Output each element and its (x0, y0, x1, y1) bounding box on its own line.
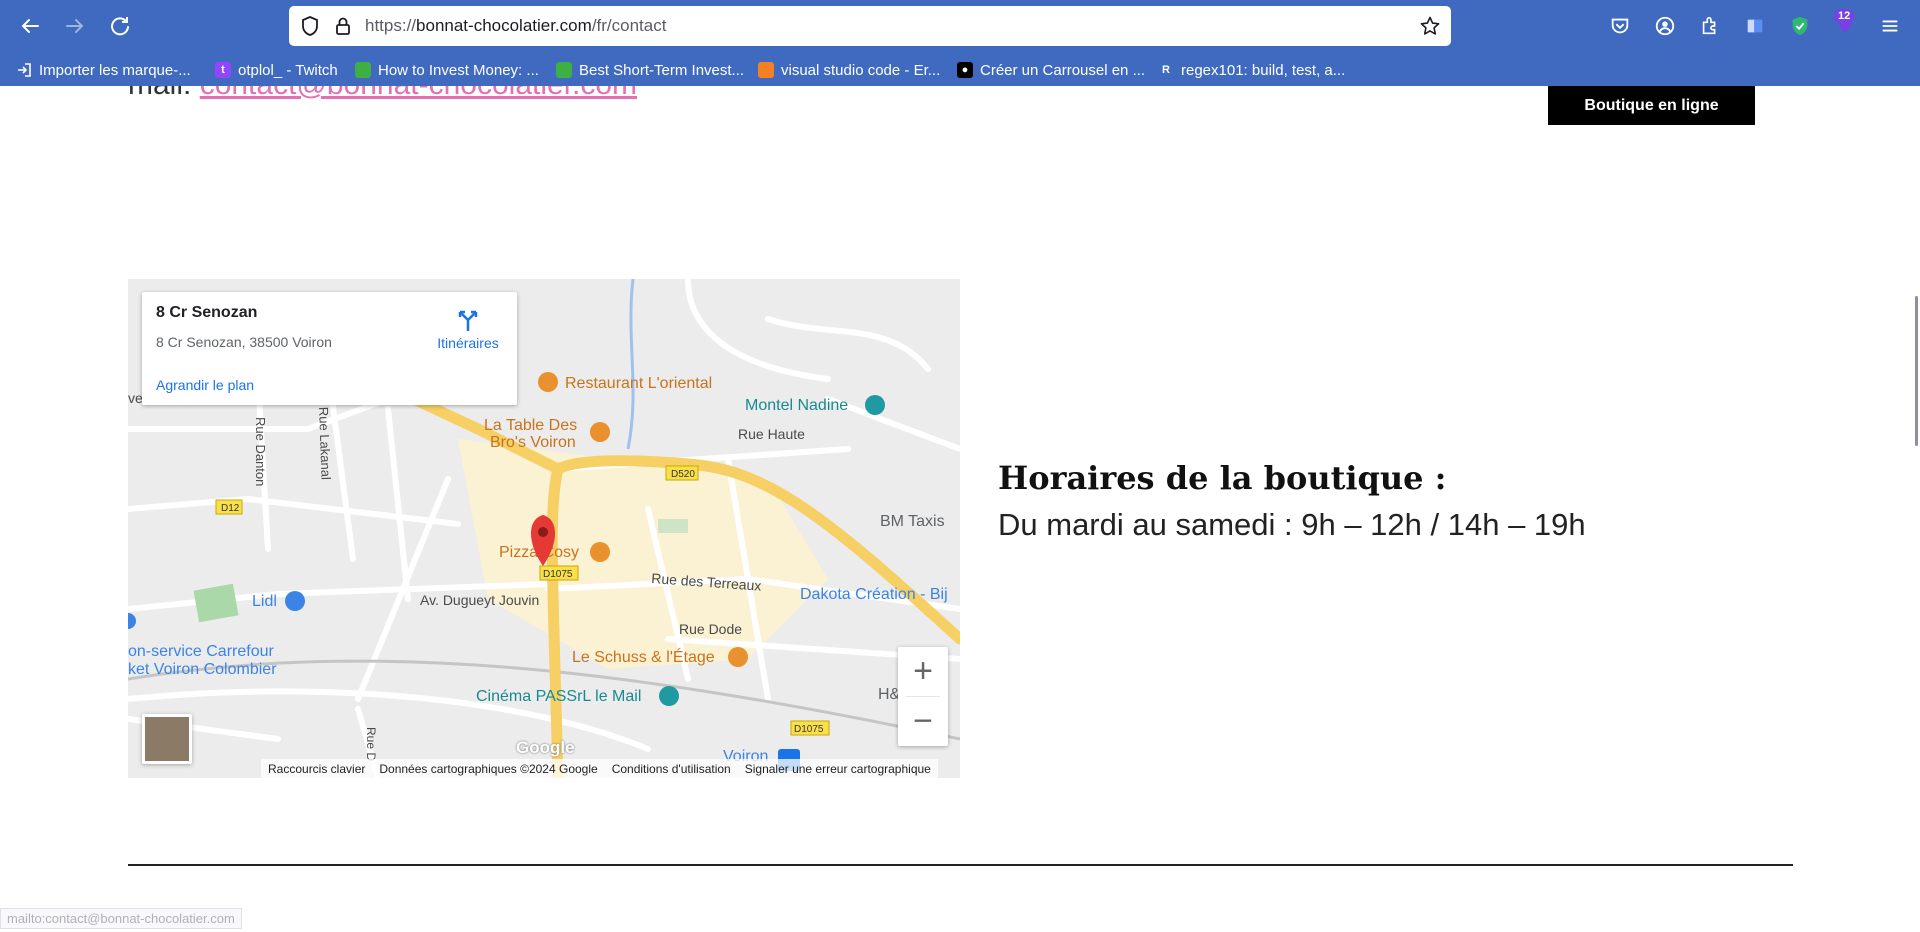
street-av-dugueyt: Av. Dugueyt Jouvin (420, 592, 539, 608)
street-rue-dode: Rue Dode (679, 621, 742, 637)
mail-link[interactable]: contact@bonnat-chocolatier.com (200, 86, 637, 101)
road-label-d520: D520 (671, 469, 695, 480)
url-scheme: https:// (365, 16, 417, 35)
stackoverflow-icon (758, 62, 774, 78)
forward-arrow-icon (66, 19, 84, 33)
poi-montel-nadine: Montel Nadine (745, 397, 848, 414)
mail-label: mail: (128, 86, 191, 101)
place-title: 8 Cr Senozan (156, 304, 258, 321)
bookmark-site-icon (556, 62, 572, 78)
directions-icon (458, 310, 478, 331)
bookmark-label: Best Short-Term Invest... (579, 61, 745, 79)
mail-line: mail: contact@bonnat-chocolatier.com (128, 86, 637, 102)
google-logo: Google (516, 738, 575, 757)
zoom-out-button[interactable]: − (898, 697, 948, 746)
street-ve: ve (128, 390, 143, 406)
zoom-control: + − (898, 647, 948, 746)
bookmark-star-icon[interactable] (1419, 15, 1441, 37)
place-address: 8 Cr Senozan, 38500 Voiron (156, 334, 332, 350)
regex-icon: R (1162, 64, 1170, 76)
map-attribution: Raccourcis clavier Données cartographiqu… (261, 759, 938, 778)
menu-hamburger-icon[interactable] (1877, 13, 1903, 39)
bookmark-label: How to Invest Money: ... (378, 61, 539, 79)
bookmark-site-icon (355, 62, 371, 78)
bookmark-label: Créer un Carrousel en ... (980, 61, 1146, 79)
bookmark-invest-money[interactable]: How to Invest Money: ... (355, 59, 539, 81)
road-label-d1075: D1075 (543, 569, 573, 580)
map-data-credit: Données cartographiques ©2024 Google (379, 761, 598, 776)
directions-label: Itinéraires (437, 335, 499, 351)
store-hours-text: Du mardi au samedi : 9h – 12h / 14h – 19… (998, 507, 1586, 542)
status-bar-url: mailto:contact@bonnat-chocolatier.com (0, 908, 242, 929)
import-icon (16, 62, 32, 78)
terms-link[interactable]: Conditions d'utilisation (612, 762, 731, 776)
url-domain: bonnat-chocolatier.com (416, 16, 592, 35)
extensions-puzzle-icon[interactable] (1697, 13, 1723, 39)
back-arrow-icon (21, 19, 39, 33)
street-rue-haute: Rue Haute (738, 426, 805, 442)
satellite-layer-button[interactable] (142, 714, 192, 764)
street-rue-d: Rue D (364, 727, 378, 761)
back-button[interactable] (12, 8, 48, 44)
bookmark-label: otplol_ - Twitch (238, 61, 338, 79)
zoom-in-button[interactable]: + (898, 647, 948, 696)
bookmark-vscode[interactable]: visual studio code - Er... (758, 59, 940, 81)
store-hours-title: Horaires de la boutique : (998, 459, 1447, 497)
street-rue-danton: Rue Danton (253, 417, 268, 486)
poi-dakota: Dakota Création - Bij (800, 586, 948, 603)
road-label-d1075-south: D1075 (794, 724, 824, 735)
translate-extension-icon[interactable] (1742, 13, 1768, 39)
street-rue-lakanal: Rue Lakanal (316, 407, 334, 481)
bookmark-label: visual studio code - Er... (781, 61, 941, 79)
poi-le-schuss: Le Schuss & l'Étage (572, 647, 715, 666)
poi-bm-taxis: BM Taxis (880, 513, 945, 530)
section-divider (128, 864, 1793, 866)
poi-table-bros-line2: Bro's Voiron (490, 434, 576, 451)
forward-button[interactable] (57, 8, 93, 44)
poi-table-bros-line1: La Table Des (484, 417, 577, 434)
poi-cinema: Cinéma PASSrL le Mail (476, 688, 641, 705)
bookmark-short-term[interactable]: Best Short-Term Invest... (556, 59, 744, 81)
browser-toolbar: https://bonnat-chocolatier.com/fr/contac… (0, 0, 1920, 86)
bookmark-label: regex101: build, test, a... (1181, 61, 1346, 79)
shield-check-extension-icon[interactable] (1787, 13, 1813, 39)
reload-button[interactable] (102, 8, 138, 44)
bookmark-label: Importer les marque-... (39, 61, 191, 79)
poi-carrefour-line2: ket Voiron Colombier (128, 661, 277, 678)
scrollbar-thumb[interactable] (1915, 296, 1918, 446)
poi-carrefour-line1: on-service Carrefour (128, 643, 275, 660)
poi-restaurant-oriental: Restaurant L'oriental (565, 375, 712, 392)
keyboard-shortcuts-link[interactable]: Raccourcis clavier (268, 762, 365, 776)
poi-lidl: Lidl (252, 593, 277, 610)
bookmark-twitch[interactable]: t otplol_ - Twitch (215, 59, 338, 81)
bookmark-import[interactable]: Importer les marque-... (16, 59, 191, 81)
bookmark-carrousel[interactable]: ● Créer un Carrousel en ... (957, 59, 1145, 81)
pocket-icon[interactable] (1607, 13, 1633, 39)
lock-icon[interactable] (332, 15, 354, 37)
google-map[interactable]: D520 D12 D1075 D1075 Rue Haute Rue des T… (128, 279, 960, 778)
road-label-d12: D12 (221, 503, 240, 514)
directions-button[interactable]: Itinéraires (426, 307, 510, 351)
url-path: /fr/contact (591, 16, 667, 35)
bookmark-regex101[interactable]: R regex101: build, test, a... (1158, 59, 1345, 81)
url-text[interactable]: https://bonnat-chocolatier.com/fr/contac… (365, 16, 666, 36)
report-error-link[interactable]: Signaler une erreur cartographique (745, 762, 931, 776)
online-shop-button[interactable]: Boutique en ligne (1548, 86, 1755, 125)
medium-icon: ● (957, 62, 973, 78)
place-info-card: 8 Cr Senozan 8 Cr Senozan, 38500 Voiron … (142, 292, 517, 405)
account-icon[interactable] (1652, 13, 1678, 39)
address-bar[interactable]: https://bonnat-chocolatier.com/fr/contac… (289, 6, 1451, 46)
bookmarks-bar: Importer les marque-... t otplol_ - Twit… (0, 55, 1920, 83)
enlarge-map-link[interactable]: Agrandir le plan (156, 377, 254, 393)
shield-icon[interactable] (299, 15, 321, 37)
page-content: mail: contact@bonnat-chocolatier.com Bou… (0, 86, 1920, 932)
extension-badge: 12 (1834, 9, 1855, 24)
reload-icon (111, 17, 129, 36)
twitch-icon: t (215, 62, 231, 78)
